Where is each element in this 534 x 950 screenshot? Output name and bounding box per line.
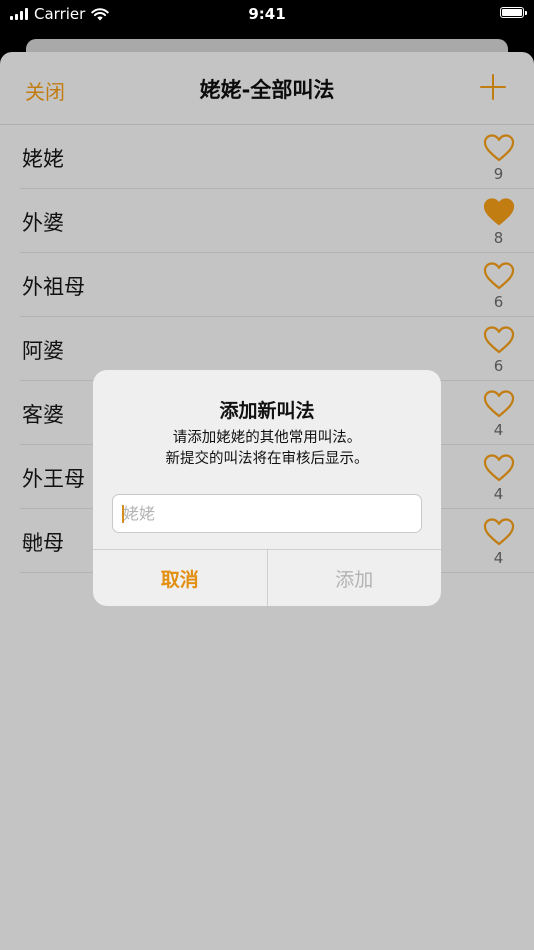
- dialog-message-line-2: 新提交的叫法将在审核后显示。: [165, 451, 369, 467]
- like-count: 4: [493, 549, 504, 567]
- dialog-message-line-1: 请添加姥姥的其他常用叫法。: [172, 430, 362, 446]
- battery-icon: [500, 7, 527, 18]
- like-count: 8: [493, 229, 504, 247]
- heart-icon[interactable]: [483, 389, 515, 419]
- list-item-name: 阿婆: [22, 339, 64, 363]
- heart-filled-icon[interactable]: [483, 197, 515, 227]
- list-item[interactable]: 姥姥 9: [0, 125, 534, 189]
- status-time: 9:41: [248, 5, 286, 23]
- list-item-name: 姥姥: [22, 147, 64, 171]
- list-item-name: 外祖母: [22, 275, 85, 299]
- plus-icon[interactable]: [480, 74, 506, 100]
- heart-icon[interactable]: [483, 133, 515, 163]
- list-item[interactable]: 外祖母 6: [0, 253, 534, 317]
- dialog-message: 请添加姥姥的其他常用叫法。 新提交的叫法将在审核后显示。: [93, 428, 441, 470]
- cancel-button[interactable]: 取消: [93, 550, 268, 606]
- like-count: 6: [493, 357, 504, 375]
- heart-icon[interactable]: [483, 517, 515, 547]
- list-item[interactable]: 外婆 8: [0, 189, 534, 253]
- dialog-buttons: 取消 添加: [93, 549, 441, 606]
- like-count: 4: [493, 485, 504, 503]
- like-count: 9: [493, 165, 504, 183]
- like-count: 6: [493, 293, 504, 311]
- heart-icon[interactable]: [483, 261, 515, 291]
- status-bar: Carrier 9:41: [0, 0, 534, 30]
- nav-bar: 关闭 姥姥-全部叫法: [0, 52, 534, 125]
- text-cursor: [122, 505, 124, 523]
- name-input[interactable]: [112, 494, 422, 533]
- list-item-name: 客婆: [22, 403, 64, 427]
- like-count: 4: [493, 421, 504, 439]
- page-title: 姥姥-全部叫法: [199, 78, 335, 102]
- heart-icon[interactable]: [483, 453, 515, 483]
- list-item-name: 毑母: [22, 531, 64, 555]
- add-button[interactable]: 添加: [268, 550, 442, 606]
- heart-icon[interactable]: [483, 325, 515, 355]
- dialog-title: 添加新叫法: [219, 400, 315, 422]
- list-item-name: 外王母: [22, 467, 85, 491]
- add-name-dialog: 添加新叫法 请添加姥姥的其他常用叫法。 新提交的叫法将在审核后显示。 取消 添加: [93, 370, 441, 606]
- list-item-name: 外婆: [22, 211, 64, 235]
